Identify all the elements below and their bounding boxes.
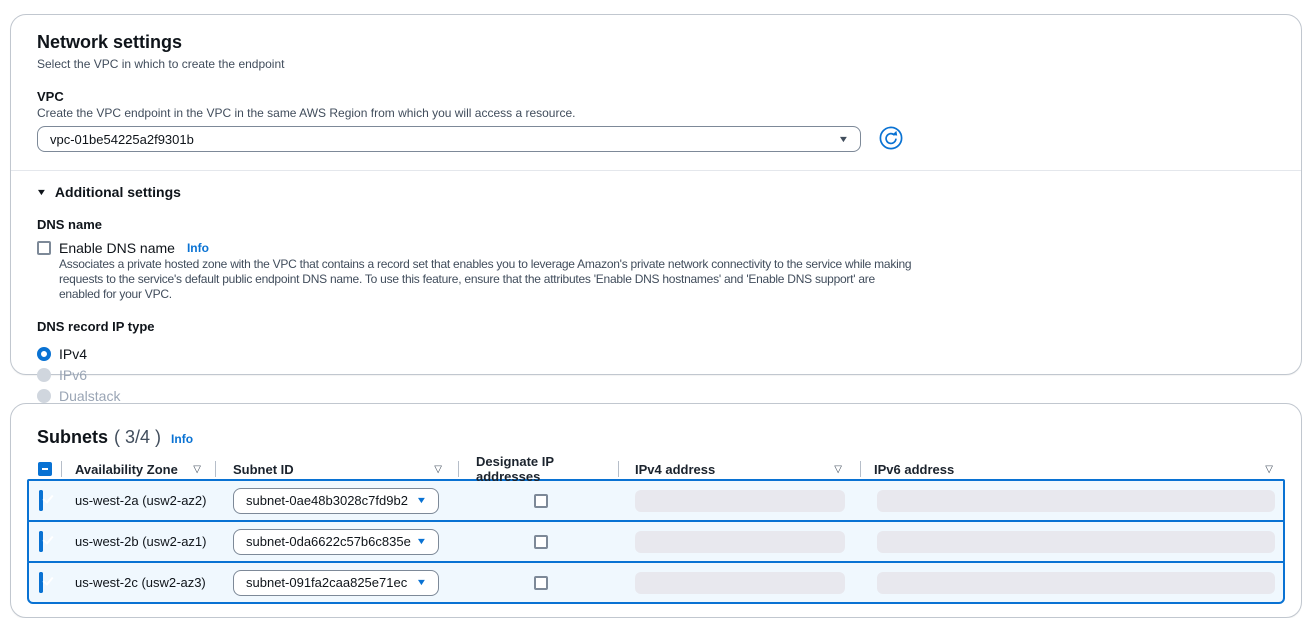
ipv4-address-input-disabled [635, 490, 845, 512]
ipv4-address-input-disabled [635, 531, 845, 553]
sort-icon: ▽ [434, 464, 442, 475]
dns-name-info-link[interactable]: Info [187, 241, 209, 255]
ipv6-address-input-disabled [877, 531, 1275, 553]
dns-name-description: Associates a private hosted zone with th… [59, 257, 917, 302]
designate-ip-cell [461, 494, 621, 508]
caret-down-icon: ▼ [416, 537, 428, 546]
ipv6-address-input-disabled [877, 572, 1275, 594]
ipv6-address-cell [863, 572, 1283, 594]
caret-down-icon: ▼ [416, 496, 428, 505]
vpc-label: VPC [37, 89, 1275, 105]
table-row: us-west-2b (usw2-az1) subnet-0da6622c57b… [27, 520, 1285, 563]
panel-description: Select the VPC in which to create the en… [37, 56, 1275, 72]
subnet-id-value: subnet-0ae48b3028c7fd9b2 [246, 493, 408, 508]
refresh-button[interactable] [879, 127, 903, 151]
vpc-select[interactable]: vpc-01be54225a2f9301b ▼ [37, 126, 861, 152]
radio-ipv4[interactable] [37, 347, 51, 361]
vpc-description: Create the VPC endpoint in the VPC in th… [37, 106, 1275, 121]
refresh-icon [879, 126, 903, 153]
vpc-select-value: vpc-01be54225a2f9301b [50, 132, 194, 147]
subnet-id-value: subnet-0da6622c57b6c835e [246, 534, 411, 549]
dns-record-ip-type-label: DNS record IP type [37, 319, 1275, 335]
subnet-id-cell: subnet-0da6622c57b6c835e ▼ [218, 529, 461, 555]
row-select-cell [29, 574, 63, 592]
additional-settings-label: Additional settings [55, 184, 181, 200]
availability-zone-cell: us-west-2a (usw2-az2) [63, 493, 218, 508]
subnet-id-value: subnet-091fa2caa825e71ec [246, 575, 407, 590]
subnets-panel: Subnets ( 3/4 ) Info Availability Zone ▽… [10, 403, 1302, 618]
caret-down-icon: ▼ [416, 578, 428, 587]
subnets-title: Subnets [37, 419, 108, 449]
row-checkbox[interactable] [39, 490, 43, 511]
subnets-title-row: Subnets ( 3/4 ) Info [27, 413, 1285, 449]
row-select-cell [29, 492, 63, 510]
row-checkbox[interactable] [39, 572, 43, 593]
designate-ip-cell [461, 576, 621, 590]
radio-ipv4-label: IPv4 [59, 346, 87, 362]
subnets-info-link[interactable]: Info [171, 432, 193, 446]
subnet-id-cell: subnet-091fa2caa825e71ec ▼ [218, 570, 461, 596]
column-header-ipv6-address[interactable]: IPv6 address ▽ [861, 462, 1285, 477]
subnets-count: ( 3/4 ) [114, 427, 161, 448]
additional-settings-toggle[interactable]: ▼ Additional settings [37, 184, 237, 200]
ipv4-address-cell [621, 490, 863, 512]
select-all-checkbox[interactable] [38, 462, 52, 476]
designate-ip-checkbox[interactable] [534, 494, 548, 508]
sort-icon: ▽ [1265, 464, 1273, 475]
radio-dualstack-label: Dualstack [59, 388, 120, 404]
designate-ip-checkbox[interactable] [534, 535, 548, 549]
designate-ip-checkbox[interactable] [534, 576, 548, 590]
radio-row-ipv4: IPv4 [37, 343, 1275, 364]
radio-dualstack [37, 389, 51, 403]
row-checkbox[interactable] [39, 531, 43, 552]
radio-ipv6-label: IPv6 [59, 367, 87, 383]
column-header-designate-ip: Designate IP addresses [459, 454, 618, 484]
column-header-subnet-id[interactable]: Subnet ID ▽ [216, 462, 458, 477]
caret-down-icon: ▼ [838, 135, 850, 144]
row-select-cell [29, 533, 63, 551]
table-header-row: Availability Zone ▽ Subnet ID ▽ Designat… [27, 459, 1285, 479]
ipv4-address-input-disabled [635, 572, 845, 594]
section-divider [11, 170, 1301, 171]
caret-down-icon: ▼ [36, 188, 48, 197]
network-settings-panel: Network settings Select the VPC in which… [10, 14, 1302, 375]
designate-ip-cell [461, 535, 621, 549]
availability-zone-cell: us-west-2c (usw2-az3) [63, 575, 218, 590]
dns-name-label: DNS name [37, 217, 1275, 233]
enable-dns-name-row: Enable DNS name Info [37, 240, 1275, 256]
ipv6-address-cell [863, 490, 1283, 512]
column-header-ipv4-address[interactable]: IPv4 address ▽ [619, 462, 860, 477]
table-row: us-west-2a (usw2-az2) subnet-0ae48b3028c… [27, 479, 1285, 522]
subnet-id-select[interactable]: subnet-091fa2caa825e71ec ▼ [233, 570, 439, 596]
ipv6-address-cell [863, 531, 1283, 553]
ipv4-address-cell [621, 572, 863, 594]
ipv6-address-input-disabled [877, 490, 1275, 512]
ipv4-address-cell [621, 531, 863, 553]
enable-dns-name-label: Enable DNS name [59, 240, 175, 256]
sort-icon: ▽ [193, 464, 201, 475]
subnet-id-cell: subnet-0ae48b3028c7fd9b2 ▼ [218, 488, 461, 514]
vpc-select-row: vpc-01be54225a2f9301b ▼ [37, 126, 1275, 152]
subnet-id-select[interactable]: subnet-0da6622c57b6c835e ▼ [233, 529, 439, 555]
radio-row-ipv6: IPv6 [37, 364, 1275, 385]
radio-ipv6 [37, 368, 51, 382]
availability-zone-cell: us-west-2b (usw2-az1) [63, 534, 218, 549]
subnet-id-select[interactable]: subnet-0ae48b3028c7fd9b2 ▼ [233, 488, 439, 514]
table-row: us-west-2c (usw2-az3) subnet-091fa2caa82… [27, 561, 1285, 604]
page-title: Network settings [37, 24, 1275, 54]
sort-icon: ▽ [834, 464, 842, 475]
enable-dns-name-checkbox[interactable] [37, 241, 51, 255]
select-all-cell [27, 462, 61, 476]
column-header-availability-zone[interactable]: Availability Zone ▽ [62, 462, 215, 477]
